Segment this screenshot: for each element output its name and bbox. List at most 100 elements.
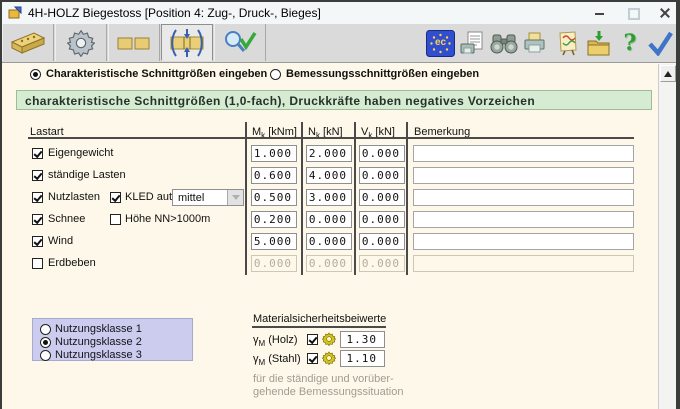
hoehe-checkbox[interactable] (110, 214, 121, 225)
gamma-holz-input[interactable]: 1.30 (340, 331, 385, 348)
scrollbar-up-button[interactable] (660, 65, 676, 82)
chevron-down-icon (232, 195, 240, 200)
vk-input[interactable]: 0.000 (359, 211, 405, 228)
plot-button[interactable] (555, 29, 580, 57)
timber-beam-icon (8, 28, 48, 58)
radio-characteristic-forces[interactable] (30, 69, 41, 80)
material-note-line1: für die ständige und vorüber- (253, 373, 394, 385)
nk-input: 0.000 (306, 255, 352, 272)
tab-results[interactable] (214, 24, 266, 61)
butt-joint-icon (114, 28, 154, 58)
nutzungsklasse-3-label: Nutzungsklasse 3 (55, 349, 142, 361)
info-banner: charakteristische Schnittgrößen (1,0-fac… (16, 90, 652, 110)
main-panel: Charakteristische Schnittgrößen eingeben… (2, 62, 676, 409)
eigengewicht-checkbox[interactable] (32, 148, 43, 159)
confirm-button[interactable] (646, 29, 674, 57)
maximize-button[interactable] (619, 2, 649, 24)
help-button[interactable]: ? (619, 29, 641, 57)
radio-design-forces[interactable] (270, 69, 281, 80)
remark-input[interactable] (413, 145, 634, 162)
gamma-holz-checkbox[interactable] (307, 334, 318, 345)
column-divider (301, 122, 303, 275)
close-button[interactable] (650, 2, 680, 24)
kled-auto-checkbox[interactable] (110, 192, 121, 203)
usage-class-group: Nutzungsklasse 1 Nutzungsklasse 2 Nutzun… (32, 318, 193, 361)
row-label: Erdbeben (48, 257, 96, 269)
printer-icon (522, 31, 547, 56)
row-label: Eigengewicht (48, 147, 113, 159)
remark-input[interactable] (413, 189, 634, 206)
title-bar: 4H-HOLZ Biegestoss [Position 4: Zug-, Dr… (2, 2, 676, 25)
eurocode-label: ec (426, 37, 455, 48)
toolbar: ec (2, 24, 676, 63)
remark-input[interactable] (413, 211, 634, 228)
vertical-scrollbar[interactable] (658, 64, 676, 409)
nk-input[interactable]: 0.000 (306, 211, 352, 228)
radio-nutzungsklasse-1[interactable] (40, 324, 51, 335)
kled-gear-icon[interactable] (322, 351, 336, 365)
mk-input[interactable]: 5.000 (251, 233, 297, 250)
material-section-rule (252, 326, 386, 328)
remark-input[interactable] (413, 167, 634, 184)
column-divider (354, 122, 356, 275)
header-rule (28, 137, 634, 139)
radio-characteristic-label: Charakteristische Schnittgrößen eingeben (46, 68, 267, 80)
nk-input[interactable]: 3.000 (306, 189, 352, 206)
kled-gear-icon[interactable] (322, 332, 336, 346)
tab-geometry[interactable] (2, 24, 54, 61)
mk-input[interactable]: 0.600 (251, 167, 297, 184)
kled-dropdown-value: mittel (178, 192, 204, 204)
row-label: ständige Lasten (48, 169, 126, 181)
tab-system[interactable] (55, 24, 107, 61)
wind-checkbox[interactable] (32, 236, 43, 247)
arrow-up-icon (664, 71, 672, 77)
gamma-stahl-input[interactable]: 1.10 (340, 350, 385, 367)
erdbeben-checkbox[interactable] (32, 258, 43, 269)
radio-nutzungsklasse-2[interactable] (40, 337, 51, 348)
kled-auto-label: KLED auto (125, 191, 178, 203)
kled-dropdown-button[interactable] (227, 190, 243, 205)
nutzlasten-checkbox[interactable] (32, 192, 43, 203)
radio-nutzungsklasse-3[interactable] (40, 350, 51, 361)
schnee-checkbox[interactable] (32, 214, 43, 225)
remark-input[interactable] (413, 233, 634, 250)
vk-input[interactable]: 0.000 (359, 145, 405, 162)
tab-joint[interactable] (108, 24, 160, 61)
minimize-icon (595, 13, 604, 15)
eurocode-button[interactable]: ec (426, 29, 455, 57)
minimize-button[interactable] (584, 2, 614, 24)
mk-input[interactable]: 0.200 (251, 211, 297, 228)
nk-input[interactable]: 2.000 (306, 145, 352, 162)
column-divider (245, 122, 247, 275)
row-label: Schnee (48, 213, 85, 225)
print-list-button[interactable] (459, 29, 484, 57)
mk-input: 0.000 (251, 255, 297, 272)
tab-loads[interactable] (161, 24, 213, 61)
staendige-lasten-checkbox[interactable] (32, 170, 43, 181)
hoehe-label: Höhe NN>1000m (125, 213, 210, 225)
material-section-title: Materialsicherheitsbeiwerte (253, 313, 386, 325)
vk-input[interactable]: 0.000 (359, 233, 405, 250)
search-button[interactable] (490, 29, 518, 57)
app-icon (8, 6, 22, 20)
confirm-check-icon (646, 30, 674, 56)
save-button[interactable] (586, 29, 611, 57)
nk-input[interactable]: 0.000 (306, 233, 352, 250)
gamma-stahl-checkbox[interactable] (307, 353, 318, 364)
verify-magnifier-icon (223, 29, 257, 57)
row-label: Wind (48, 235, 73, 247)
plot-poster-icon (555, 30, 580, 56)
mk-input[interactable]: 1.000 (251, 145, 297, 162)
kled-dropdown[interactable]: mittel (172, 189, 244, 206)
print-button[interactable] (522, 29, 547, 57)
window-title: 4H-HOLZ Biegestoss [Position 4: Zug-, Dr… (28, 6, 321, 20)
radio-design-label: Bemessungsschnittgrößen eingeben (286, 68, 479, 80)
remark-input (413, 255, 634, 272)
vk-input[interactable]: 0.000 (359, 167, 405, 184)
mk-input[interactable]: 0.500 (251, 189, 297, 206)
close-icon (659, 7, 671, 19)
column-divider (406, 122, 408, 275)
nk-input[interactable]: 4.000 (306, 167, 352, 184)
vk-input: 0.000 (359, 255, 405, 272)
vk-input[interactable]: 0.000 (359, 189, 405, 206)
